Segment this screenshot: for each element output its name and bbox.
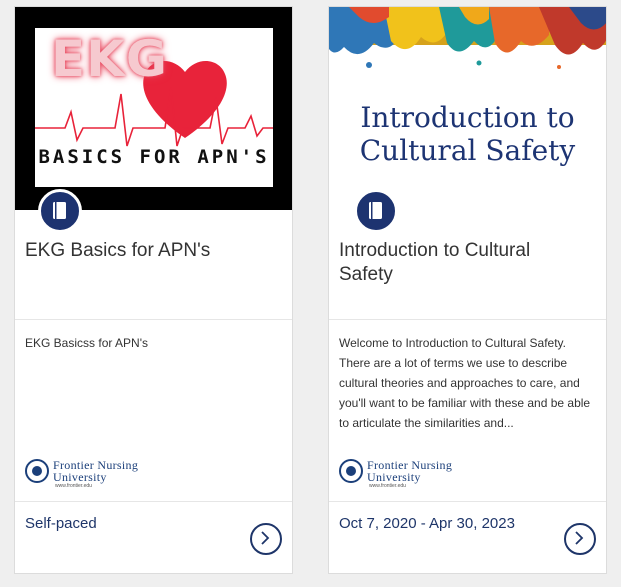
course-title[interactable]: Introduction to Cultural Safety — [339, 239, 589, 287]
course-card[interactable]: Introduction to Cultural Safety Introduc… — [328, 6, 607, 574]
university-logo: Frontier Nursing University www.frontier… — [25, 457, 175, 491]
course-card[interactable]: EKG BASICS FOR APN'S EKG Basics for APN'… — [14, 6, 293, 574]
university-seal-icon — [339, 459, 363, 483]
university-seal-icon — [25, 459, 49, 483]
book-icon — [53, 202, 66, 219]
course-description: Welcome to Introduction to Cultural Safe… — [339, 336, 591, 430]
logo-line-3: www.frontier.edu — [369, 483, 406, 489]
open-course-button[interactable] — [250, 523, 282, 555]
chevron-right-icon — [261, 531, 270, 545]
divider — [15, 501, 292, 502]
course-title[interactable]: EKG Basics for APN's — [25, 239, 275, 263]
book-icon — [369, 202, 382, 219]
course-type-badge — [38, 189, 82, 233]
course-description: EKG Basicss for APN's — [25, 336, 148, 350]
banner-title: Introduction to Cultural Safety — [359, 101, 576, 167]
banner-ekg-word: EKG — [51, 30, 168, 88]
course-banner-image[interactable]: EKG BASICS FOR APN'S — [15, 7, 292, 210]
course-banner-image[interactable]: Introduction to Cultural Safety — [329, 7, 606, 210]
university-logo: Frontier Nursing University www.frontier… — [339, 457, 489, 491]
chevron-right-icon — [575, 531, 584, 545]
divider — [15, 319, 292, 320]
course-type-badge — [354, 189, 398, 233]
divider — [329, 319, 606, 320]
course-schedule: Self-paced — [25, 515, 97, 532]
divider — [329, 501, 606, 502]
paint-splash-icon — [329, 7, 606, 69]
open-course-button[interactable] — [564, 523, 596, 555]
ekg-heart-icon: EKG BASICS FOR APN'S — [35, 28, 273, 187]
banner-subtitle: BASICS FOR APN'S — [38, 146, 270, 168]
logo-line-3: www.frontier.edu — [55, 483, 92, 489]
course-schedule: Oct 7, 2020 - Apr 30, 2023 — [339, 515, 515, 532]
